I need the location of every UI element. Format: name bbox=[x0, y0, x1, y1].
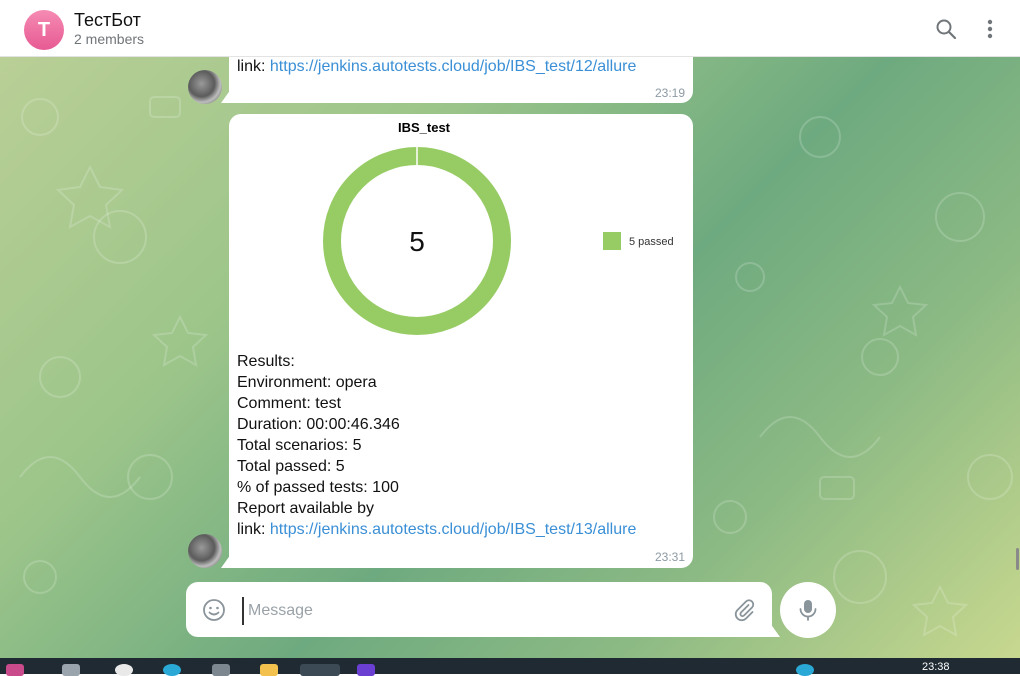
app-icon[interactable] bbox=[212, 664, 230, 676]
chat-header: T ТестБот 2 members bbox=[0, 0, 1020, 57]
field-key: Total scenarios: bbox=[237, 437, 349, 454]
field-total-passed: Total passed: 5 bbox=[237, 458, 345, 476]
message-time: 23:31 bbox=[654, 550, 685, 564]
field-environment: Environment: opera bbox=[237, 374, 377, 392]
allure-report-link[interactable]: https://jenkins.autotests.cloud/job/IBS_… bbox=[270, 521, 636, 538]
results-label: Results: bbox=[237, 353, 295, 370]
report-label: Report available by bbox=[237, 500, 374, 517]
telegram-tray-icon[interactable] bbox=[796, 664, 814, 676]
start-icon[interactable] bbox=[6, 664, 24, 676]
clock-time: 23:38 bbox=[922, 661, 950, 673]
field-key: Environment: bbox=[237, 374, 332, 391]
chat-title[interactable]: ТестБот bbox=[74, 10, 141, 31]
link-prefix: link: bbox=[237, 521, 270, 538]
field-value: opera bbox=[331, 374, 377, 391]
field-value: 5 bbox=[331, 458, 345, 475]
emoji-button[interactable] bbox=[202, 598, 226, 622]
search-button[interactable] bbox=[931, 14, 961, 44]
sender-avatar[interactable] bbox=[188, 534, 222, 568]
legend-swatch bbox=[603, 232, 621, 250]
message-link-line: link: https://jenkins.autotests.cloud/jo… bbox=[237, 521, 636, 539]
field-value: 00:00:46.346 bbox=[301, 416, 400, 433]
field-comment: Comment: test bbox=[237, 395, 341, 413]
paperclip-icon bbox=[734, 599, 755, 622]
allure-report-link[interactable]: https://jenkins.autotests.cloud/job/IBS_… bbox=[270, 58, 636, 75]
taskview-icon[interactable] bbox=[62, 664, 80, 676]
field-value: test bbox=[310, 395, 342, 412]
link-prefix: link: bbox=[237, 58, 270, 75]
message-link-line: link: https://jenkins.autotests.cloud/jo… bbox=[237, 58, 636, 76]
message-input[interactable] bbox=[242, 597, 720, 625]
message-bubble: IBS_test 5 5 passed Results: Environment… bbox=[229, 114, 693, 568]
field-key: Comment: bbox=[237, 395, 311, 412]
attach-button[interactable] bbox=[732, 598, 756, 622]
folder-icon[interactable] bbox=[260, 664, 278, 676]
search-icon bbox=[936, 19, 957, 40]
field-total-scenarios: Total scenarios: 5 bbox=[237, 437, 362, 455]
more-vertical-icon bbox=[987, 19, 993, 39]
chat-avatar[interactable]: T bbox=[24, 10, 64, 50]
opera-icon[interactable] bbox=[300, 664, 340, 676]
field-percent-passed: % of passed tests: 100 bbox=[237, 479, 399, 497]
report-chart-image[interactable]: IBS_test 5 5 passed bbox=[237, 114, 685, 350]
browser-icon[interactable] bbox=[163, 664, 181, 676]
message-time: 23:19 bbox=[654, 86, 685, 100]
chart-center-value: 5 bbox=[409, 226, 425, 257]
field-value: 5 bbox=[348, 437, 362, 454]
microphone-icon bbox=[799, 600, 817, 621]
avatar-letter: T bbox=[37, 18, 51, 41]
voice-record-button[interactable] bbox=[780, 582, 836, 638]
field-key: Duration: bbox=[237, 416, 302, 433]
pie-chart: 5 5 passed bbox=[323, 147, 674, 335]
legend-label: 5 passed bbox=[629, 236, 674, 248]
field-key: Total passed: bbox=[237, 458, 332, 475]
message-bubble: link: https://jenkins.autotests.cloud/jo… bbox=[229, 57, 693, 103]
chat-member-count: 2 members bbox=[74, 31, 145, 47]
sender-avatar[interactable] bbox=[188, 70, 222, 104]
ide-icon[interactable] bbox=[357, 664, 375, 676]
field-value: 100 bbox=[367, 479, 399, 496]
message-composer bbox=[186, 582, 772, 637]
scrollbar-thumb[interactable] bbox=[1016, 548, 1019, 570]
field-duration: Duration: 00:00:46.346 bbox=[237, 416, 400, 434]
app-icon[interactable] bbox=[115, 664, 133, 676]
field-key: % of passed tests: bbox=[237, 479, 368, 496]
emoji-icon bbox=[203, 599, 225, 621]
os-taskbar: 23:38 bbox=[0, 658, 1020, 676]
more-options-button[interactable] bbox=[975, 14, 1005, 44]
